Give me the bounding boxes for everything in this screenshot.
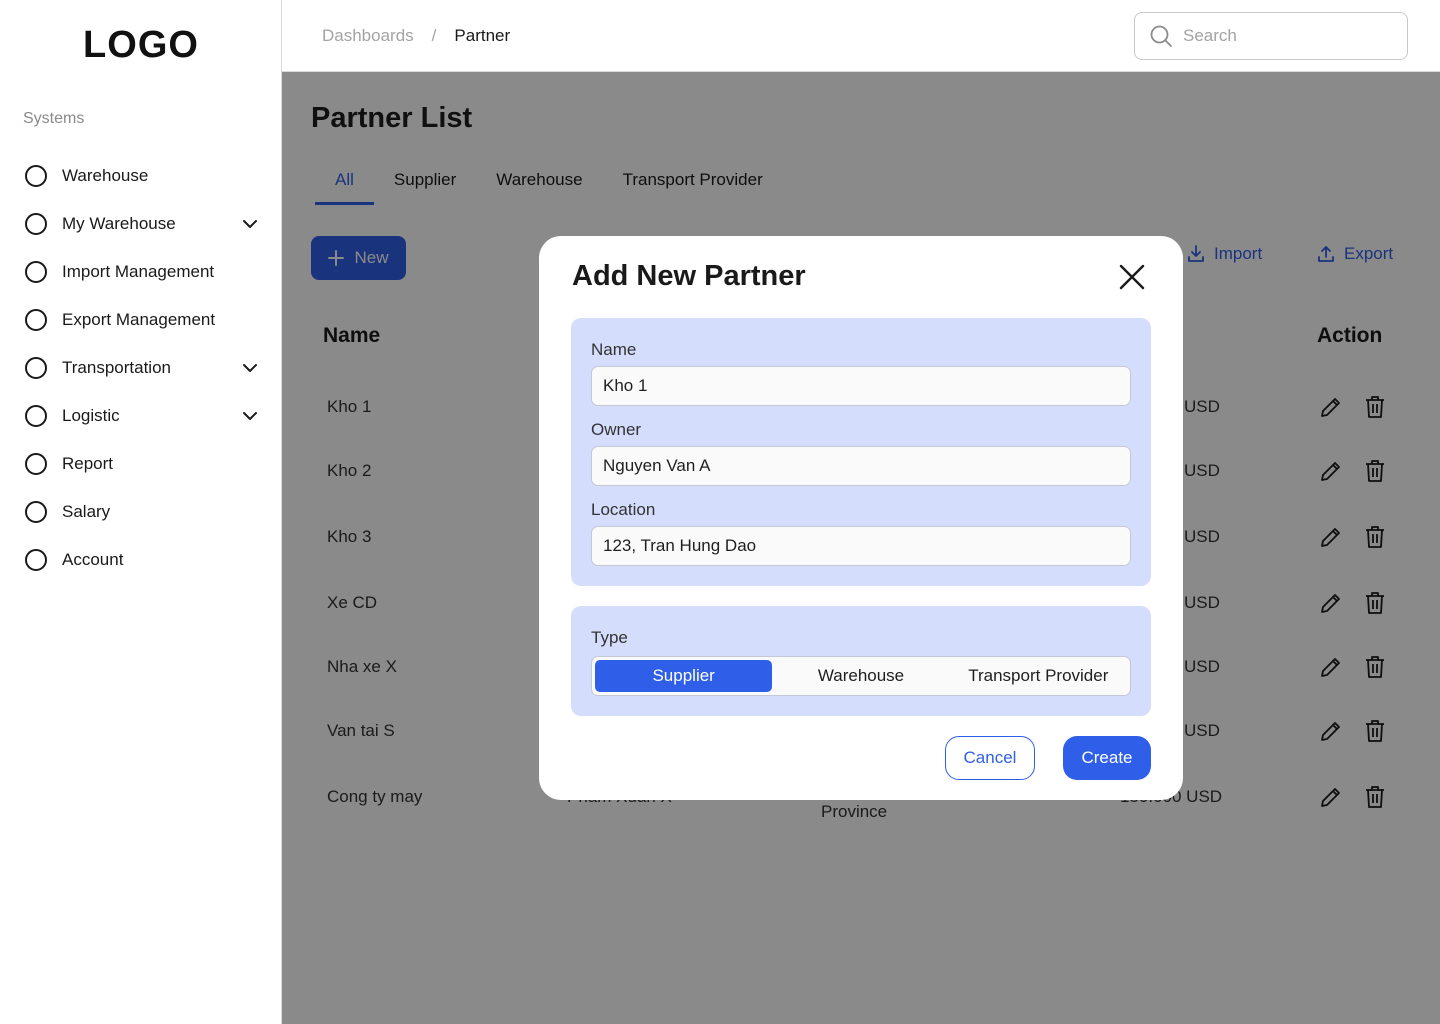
circle-icon: [25, 453, 47, 475]
create-button[interactable]: Create: [1063, 736, 1151, 780]
circle-icon: [25, 165, 47, 187]
sidebar-nav: Warehouse My Warehouse Import Management…: [25, 152, 260, 584]
logo: LOGO: [83, 24, 199, 66]
owner-field-label: Owner: [591, 420, 642, 439]
search-input[interactable]: [1183, 26, 1383, 46]
sidebar-item-label: Import Management: [62, 262, 215, 281]
sidebar-item-warehouse[interactable]: Warehouse: [25, 152, 260, 200]
sidebar-item-label: Logistic: [62, 406, 120, 425]
breadcrumb-separator: /: [431, 26, 437, 45]
type-option-supplier[interactable]: Supplier: [595, 660, 773, 692]
sidebar-item-import-management[interactable]: Import Management: [25, 248, 260, 296]
cancel-button[interactable]: Cancel: [945, 736, 1035, 780]
partner-type-panel: Type Supplier Warehouse Transport Provid…: [571, 606, 1151, 716]
name-field-label: Name: [591, 340, 637, 359]
circle-icon: [25, 405, 47, 427]
type-option-warehouse[interactable]: Warehouse: [772, 660, 949, 692]
search-box[interactable]: [1134, 12, 1408, 60]
sidebar-item-label: Account: [62, 550, 124, 569]
chevron-down-icon[interactable]: [240, 358, 260, 378]
location-field[interactable]: [591, 526, 1131, 566]
close-icon[interactable]: [1115, 260, 1149, 294]
circle-icon: [25, 213, 47, 235]
sidebar-item-label: Salary: [62, 502, 111, 521]
sidebar-item-label: Transportation: [62, 358, 171, 377]
modal-title: Add New Partner: [572, 260, 806, 292]
circle-icon: [25, 501, 47, 523]
sidebar-item-logistic[interactable]: Logistic: [25, 392, 260, 440]
sidebar-item-export-management[interactable]: Export Management: [25, 296, 260, 344]
sidebar-section-label: Systems: [23, 110, 85, 127]
type-option-transport-provider[interactable]: Transport Provider: [950, 660, 1127, 692]
sidebar: LOGO Systems Warehouse My Warehouse Impo…: [0, 0, 282, 1024]
circle-icon: [25, 309, 47, 331]
sidebar-item-my-warehouse[interactable]: My Warehouse: [25, 200, 260, 248]
owner-field[interactable]: [591, 446, 1131, 486]
sidebar-item-label: Warehouse: [62, 166, 149, 185]
sidebar-item-label: Report: [62, 454, 114, 473]
sidebar-item-transportation[interactable]: Transportation: [25, 344, 260, 392]
sidebar-item-report[interactable]: Report: [25, 440, 260, 488]
top-bar: Dashboards / Partner: [282, 0, 1440, 72]
breadcrumb-partner: Partner: [454, 26, 511, 45]
chevron-down-icon[interactable]: [240, 406, 260, 426]
circle-icon: [25, 357, 47, 379]
sidebar-item-label: Export Management: [62, 310, 216, 329]
search-icon: [1149, 24, 1173, 48]
sidebar-item-salary[interactable]: Salary: [25, 488, 260, 536]
sidebar-item-account[interactable]: Account: [25, 536, 260, 584]
add-partner-modal: Add New Partner Name Owner Location Type…: [539, 236, 1183, 800]
type-field-label: Type: [591, 628, 628, 647]
chevron-down-icon[interactable]: [240, 214, 260, 234]
breadcrumb-dashboards[interactable]: Dashboards: [322, 26, 414, 46]
sidebar-item-label: My Warehouse: [62, 214, 176, 233]
breadcrumb: Dashboards / Partner: [322, 26, 510, 46]
type-segmented-control: Supplier Warehouse Transport Provider: [591, 656, 1131, 696]
location-field-label: Location: [591, 500, 656, 519]
circle-icon: [25, 261, 47, 283]
partner-details-panel: Name Owner Location: [571, 318, 1151, 586]
name-field[interactable]: [591, 366, 1131, 406]
circle-icon: [25, 549, 47, 571]
